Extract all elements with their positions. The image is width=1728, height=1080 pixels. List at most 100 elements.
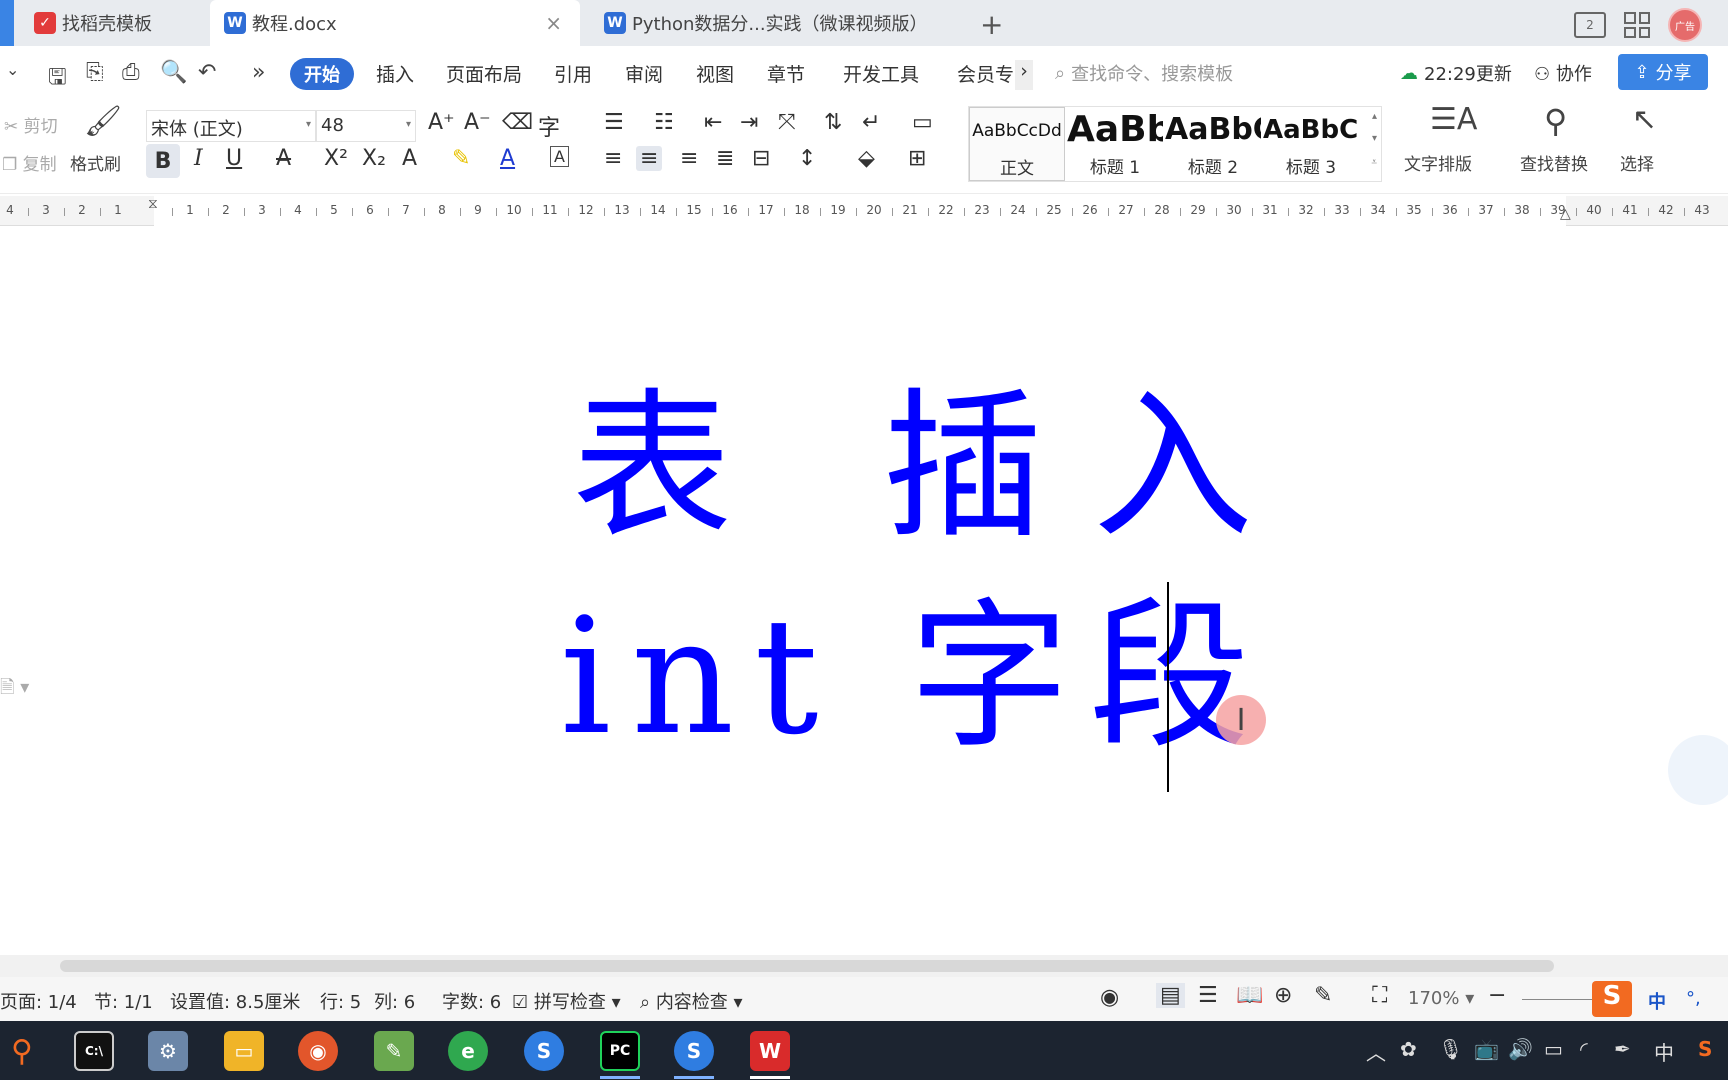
bold-button[interactable]: B: [146, 144, 180, 178]
format-painter-button[interactable]: 格式刷: [70, 150, 121, 175]
horizontal-scrollbar[interactable]: [0, 955, 1728, 977]
search-icon[interactable]: ⚲: [2, 1031, 42, 1071]
ime-punctuation-icon[interactable]: °,: [1686, 988, 1701, 1009]
align-right-icon[interactable]: ≡: [680, 146, 698, 171]
document-line-2[interactable]: int 字段: [560, 597, 1269, 757]
font-size-select[interactable]: 48 ▾: [316, 110, 416, 142]
share-button[interactable]: ⇪ 分享: [1618, 54, 1708, 90]
floating-assistant-icon[interactable]: [1668, 735, 1728, 805]
distributed-icon[interactable]: ⊟: [752, 146, 770, 171]
bilibili-icon[interactable]: 📺: [1474, 1037, 1499, 1061]
right-indent-marker-icon[interactable]: △: [1560, 206, 1571, 222]
new-tab-button[interactable]: +: [980, 8, 1003, 41]
clear-format-icon[interactable]: ⌫: [502, 110, 533, 135]
volume-icon[interactable]: 🔊: [1508, 1037, 1533, 1061]
print-icon[interactable]: ⎙: [122, 60, 140, 85]
copy-button[interactable]: ❐ 复制: [2, 150, 57, 175]
menu-page-layout[interactable]: 页面布局: [446, 60, 522, 87]
reading-view-icon[interactable]: 📖: [1236, 983, 1263, 1008]
outline-view-icon[interactable]: ☰: [1198, 983, 1218, 1008]
gallery-scroll-down-icon[interactable]: ▾: [1372, 133, 1377, 144]
horizontal-ruler[interactable]: 4 3 2 1 1 2 3 4 5 6 7 8 9 10 11 12 13 14 15 16 17 18 19 20 21 22 2…: [0, 196, 1728, 226]
tab-docer-templates[interactable]: ✓ 找稻壳模板: [20, 0, 210, 46]
menu-developer-tools[interactable]: 开发工具: [843, 60, 919, 87]
sogou-browser-icon[interactable]: S: [524, 1031, 564, 1071]
sort-icon[interactable]: ⇅: [824, 110, 842, 135]
more-commands-icon[interactable]: »: [252, 60, 265, 85]
layout-badge-icon[interactable]: 2: [1574, 12, 1606, 38]
menu-references[interactable]: 引用: [554, 60, 592, 87]
shrink-font-icon[interactable]: A⁻: [464, 110, 491, 135]
decrease-indent-icon[interactable]: ⇤: [704, 110, 722, 135]
paragraph-mark-icon[interactable]: ↵: [862, 110, 880, 135]
italic-button[interactable]: I: [194, 146, 203, 171]
sogou-tray-icon[interactable]: S: [1698, 1037, 1712, 1061]
avatar[interactable]: 广告: [1668, 8, 1702, 42]
borders-icon[interactable]: ⊞: [908, 146, 926, 171]
browser-e-icon[interactable]: e: [448, 1031, 488, 1071]
undo-icon[interactable]: ↶: [198, 60, 216, 85]
phonetic-guide-icon[interactable]: 字: [538, 110, 560, 142]
style-heading-1[interactable]: AaBb 标题 1: [1067, 107, 1163, 181]
strikethrough-button[interactable]: A: [276, 146, 291, 171]
eye-protection-icon[interactable]: ◉: [1100, 985, 1119, 1010]
page-view-icon[interactable]: ▤: [1156, 983, 1185, 1008]
shading-icon[interactable]: ⬙: [858, 146, 875, 171]
font-color-button[interactable]: A: [500, 146, 515, 171]
menu-view[interactable]: 视图: [696, 60, 734, 87]
spell-check-button[interactable]: ☑ 拼写检查 ▾: [512, 988, 621, 1014]
subscript-button[interactable]: X₂: [362, 146, 386, 171]
fit-page-icon[interactable]: ⛶: [1372, 983, 1387, 1008]
select-button[interactable]: 选择: [1620, 150, 1654, 175]
print-preview-icon[interactable]: 🔍: [160, 60, 187, 85]
notepad-icon[interactable]: ✎: [374, 1031, 414, 1071]
gallery-scroll-up-icon[interactable]: ▴: [1372, 111, 1377, 122]
navigation-pane-icon[interactable]: 🗎 ▾: [0, 675, 29, 705]
line-spacing-icon[interactable]: ↕: [798, 146, 816, 171]
grid-apps-icon[interactable]: [1624, 12, 1650, 38]
menu-insert[interactable]: 插入: [376, 60, 414, 87]
zoom-slider[interactable]: [1522, 999, 1592, 1000]
search-input[interactable]: 查找命令、搜索模板: [1071, 60, 1233, 86]
font-name-select[interactable]: 宋体 (正文) ▾: [146, 110, 316, 142]
web-view-icon[interactable]: ⊕: [1274, 983, 1292, 1008]
menu-home[interactable]: 开始: [290, 58, 354, 90]
terminal-icon[interactable]: C:\: [74, 1031, 114, 1071]
indent-marker-icon[interactable]: ⧖: [148, 196, 158, 212]
text-effect-button[interactable]: A: [402, 146, 417, 171]
char-border-button[interactable]: A: [550, 146, 569, 167]
control-panel-icon[interactable]: ⚙: [148, 1031, 188, 1071]
ruler-toggle-icon[interactable]: ▭: [912, 110, 933, 135]
write-mode-icon[interactable]: ✎: [1314, 983, 1332, 1008]
page-indicator[interactable]: 页面: 1/4: [0, 988, 77, 1014]
collaborate-button[interactable]: ⚇ 协作: [1534, 60, 1592, 86]
scrollbar-thumb[interactable]: [60, 960, 1554, 972]
pen-icon[interactable]: ✒: [1614, 1037, 1631, 1061]
export-icon[interactable]: ⎘: [86, 60, 104, 85]
tab-tutorial-docx[interactable]: W 教程.docx ×: [210, 0, 580, 46]
wps-office-icon[interactable]: W: [750, 1031, 790, 1071]
justify-icon[interactable]: ≣: [716, 146, 734, 171]
cut-button[interactable]: ✂ 剪切: [4, 112, 58, 137]
underline-button[interactable]: U: [226, 146, 242, 171]
text-layout-button[interactable]: 文字排版: [1404, 150, 1472, 175]
style-heading-3[interactable]: AaBbCc 标题 3: [1263, 107, 1359, 181]
document-canvas[interactable]: 🗎 ▾ 表 插入 int 字段 I: [0, 227, 1728, 955]
menu-member[interactable]: 会员专: [957, 60, 1014, 87]
zoom-level[interactable]: 170% ▾: [1408, 988, 1474, 1009]
ime-mode[interactable]: 中: [1648, 988, 1666, 1014]
firefox-icon[interactable]: ◉: [298, 1031, 338, 1071]
highlight-icon[interactable]: ✎: [452, 146, 470, 171]
command-search[interactable]: ⌕ 查找命令、搜索模板: [1055, 60, 1233, 86]
sogou-browser-2-icon[interactable]: S: [674, 1031, 714, 1071]
tray-app-icon[interactable]: ✿: [1400, 1037, 1417, 1061]
style-heading-2[interactable]: AaBbC 标题 2: [1165, 107, 1261, 181]
tab-python-book[interactable]: W Python数据分...实践（微课视频版）: [590, 0, 960, 46]
style-normal[interactable]: AaBbCcDd 正文: [969, 107, 1065, 181]
input-language[interactable]: 中: [1654, 1037, 1674, 1066]
file-explorer-icon[interactable]: ▭: [224, 1031, 264, 1071]
save-icon[interactable]: 🖫: [48, 60, 67, 98]
cloud-sync-status[interactable]: ☁ 22:29更新: [1400, 60, 1512, 86]
chinese-layout-icon[interactable]: ⤧: [778, 110, 796, 135]
sogou-ime-icon[interactable]: S: [1592, 981, 1632, 1017]
